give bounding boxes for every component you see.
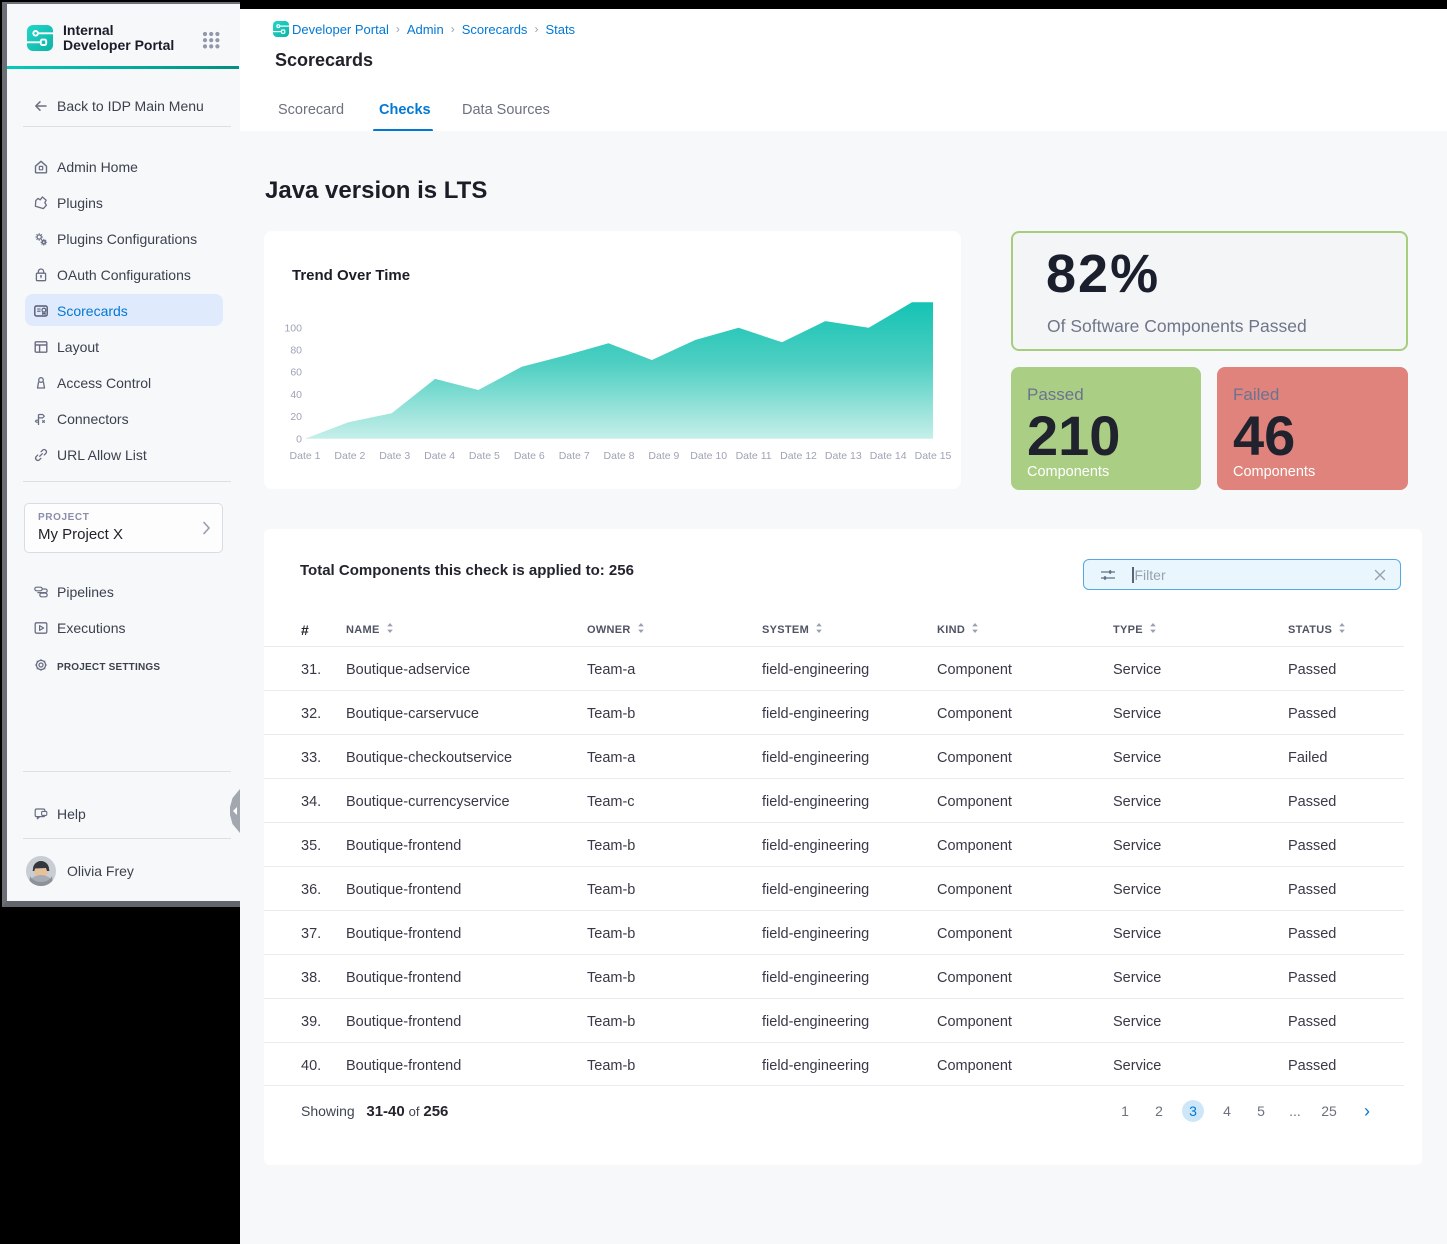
svg-text:Date 14: Date 14 [870,450,907,462]
svg-text:Date 15: Date 15 [915,450,952,462]
svg-text:Date 7: Date 7 [559,450,590,462]
svg-text:Date 6: Date 6 [514,450,545,462]
svg-text:Date 10: Date 10 [690,450,727,462]
svg-text:Date 5: Date 5 [469,450,500,462]
svg-text:20: 20 [290,411,302,423]
svg-text:Date 8: Date 8 [604,450,635,462]
svg-text:Date 3: Date 3 [379,450,410,462]
svg-text:Date 13: Date 13 [825,450,862,462]
svg-text:0: 0 [296,433,302,445]
svg-text:60: 60 [290,367,302,379]
svg-text:Date 4: Date 4 [424,450,455,462]
svg-text:Date 2: Date 2 [334,450,365,462]
svg-text:Date 1: Date 1 [290,450,321,462]
svg-text:Date 11: Date 11 [736,450,772,462]
svg-text:40: 40 [290,389,302,401]
svg-text:80: 80 [290,345,302,357]
svg-text:100: 100 [284,322,302,334]
svg-text:Date 9: Date 9 [648,450,679,462]
svg-text:Date 12: Date 12 [780,450,817,462]
